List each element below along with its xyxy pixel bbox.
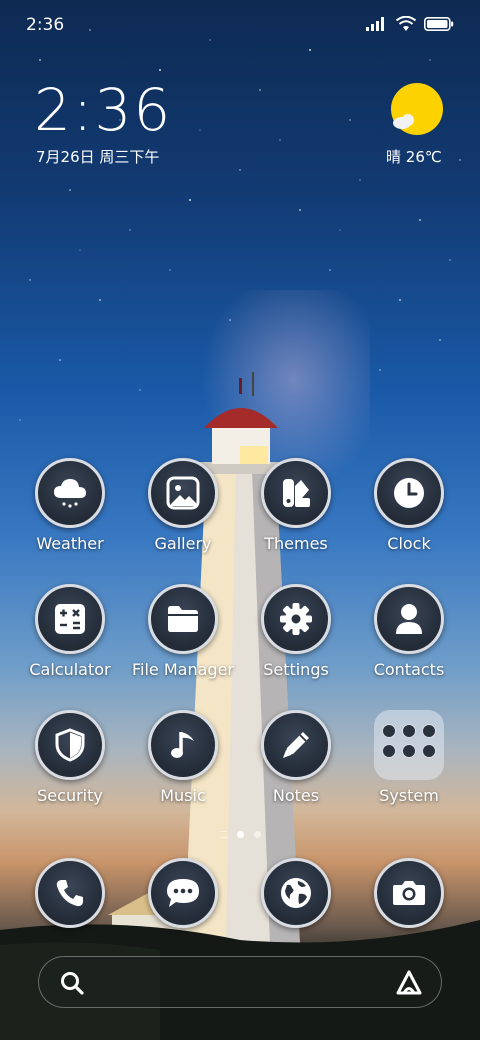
calculator-icon [55, 604, 85, 634]
person-icon [396, 604, 422, 634]
signal-icon [366, 17, 384, 31]
app-file-manager[interactable]: File Manager [123, 584, 243, 688]
app-security[interactable]: Security [10, 710, 130, 814]
weather-temperature: 26℃ [405, 148, 442, 166]
folder-grid-icon [374, 710, 444, 780]
phone-icon [56, 880, 83, 907]
search-icon[interactable] [59, 970, 85, 996]
message-icon [167, 879, 199, 907]
shield-icon [55, 728, 85, 762]
wifi-icon [396, 16, 416, 31]
clock-icon [394, 478, 424, 508]
app-label: Contacts [373, 660, 445, 679]
clock-widget-date[interactable]: 7月26日 周三下午 [36, 146, 159, 167]
gear-icon [280, 603, 312, 635]
status-icons [366, 16, 454, 32]
app-gallery[interactable]: Gallery [123, 458, 243, 562]
app-calculator[interactable]: Calculator [10, 584, 130, 688]
themes-icon [283, 479, 310, 507]
dock-camera[interactable] [374, 858, 444, 928]
dock-messages[interactable] [148, 858, 218, 928]
app-weather[interactable]: Weather [10, 458, 130, 562]
app-label: Clock [387, 534, 431, 553]
weather-condition: 晴 [386, 148, 402, 166]
page-dot [253, 831, 261, 838]
weather-cloud-icon [54, 479, 86, 508]
app-music[interactable]: Music [123, 710, 243, 814]
folder-icon [168, 606, 198, 632]
app-label: Gallery [154, 534, 212, 553]
status-time: 2:36 [26, 15, 65, 35]
app-label: Notes [272, 786, 320, 805]
clock-widget-time[interactable]: 2:36 [34, 76, 172, 144]
app-label: Calculator [29, 660, 111, 679]
gallery-icon [166, 476, 200, 510]
app-label: System [379, 786, 439, 805]
pencil-icon [283, 732, 309, 758]
weather-widget-text[interactable]: 晴 26℃ [386, 146, 442, 167]
page-indicator-home [219, 831, 227, 838]
page-indicator[interactable] [0, 831, 480, 838]
app-label: Weather [36, 534, 104, 553]
status-bar: 2:36 [0, 0, 480, 50]
app-label: Music [160, 786, 206, 805]
app-label: Settings [263, 660, 329, 679]
globe-icon [281, 878, 311, 908]
music-note-icon [171, 732, 194, 758]
app-label: File Manager [132, 660, 234, 679]
app-settings[interactable]: Settings [236, 584, 356, 688]
app-label: Security [37, 786, 103, 805]
app-system-folder[interactable]: System [349, 710, 469, 814]
sun-cloud-icon[interactable] [390, 82, 444, 136]
dock-browser[interactable] [261, 858, 331, 928]
app-clock[interactable]: Clock [349, 458, 469, 562]
battery-icon [424, 17, 454, 31]
app-contacts[interactable]: Contacts [349, 584, 469, 688]
app-notes[interactable]: Notes [236, 710, 356, 814]
app-themes[interactable]: Themes [236, 458, 356, 562]
search-bar[interactable] [38, 956, 442, 1008]
app-label: Themes [264, 534, 328, 553]
camera-icon [393, 881, 425, 905]
dock-phone[interactable] [35, 858, 105, 928]
assistant-icon[interactable] [395, 969, 423, 997]
page-dot-active [236, 831, 244, 838]
